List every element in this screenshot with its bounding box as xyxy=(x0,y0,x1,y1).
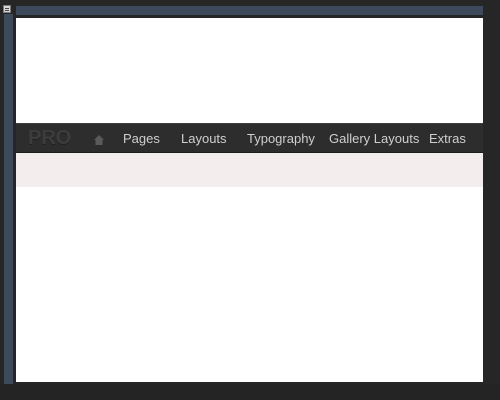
left-frame-rail xyxy=(4,14,13,384)
logo[interactable]: PRO xyxy=(28,127,71,150)
nav-item-gallery-layouts[interactable]: Gallery Layouts xyxy=(329,131,419,146)
nav-item-typography[interactable]: Typography xyxy=(247,131,315,146)
top-frame-rail xyxy=(16,6,483,15)
submenu-band xyxy=(16,153,483,187)
nav-item-layouts[interactable]: Layouts xyxy=(181,131,227,146)
bottom-bar xyxy=(0,384,500,400)
page-viewport: PRO Pages Layouts Typography Gallery Lay… xyxy=(16,18,483,382)
nav-item-extras[interactable]: Extras xyxy=(429,131,466,146)
nav-item-pages[interactable]: Pages xyxy=(123,131,160,146)
main-navbar: PRO Pages Layouts Typography Gallery Lay… xyxy=(16,123,483,153)
window-menu-icon[interactable] xyxy=(3,5,11,13)
home-icon[interactable] xyxy=(94,132,104,145)
